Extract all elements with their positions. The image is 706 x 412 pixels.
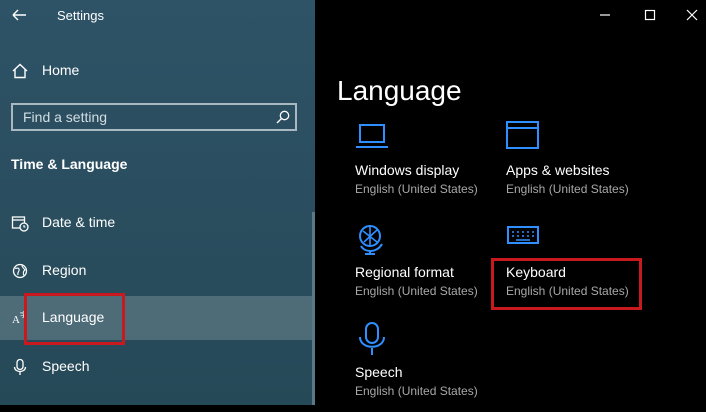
search-input[interactable] xyxy=(13,105,273,129)
minimize-icon xyxy=(600,14,610,16)
sidebar-item-label: Date & time xyxy=(42,214,116,230)
sidebar-item-date-time[interactable]: Date & time xyxy=(0,201,312,245)
highlight-box xyxy=(491,258,642,310)
search-icon[interactable] xyxy=(275,109,291,125)
close-button[interactable] xyxy=(683,6,701,24)
maximize-icon xyxy=(644,9,656,21)
sidebar-item-region[interactable]: Region xyxy=(0,249,312,293)
tile-title: Speech xyxy=(355,364,403,380)
tile-apps-websites[interactable]: Apps & websites English (United States) xyxy=(506,120,656,210)
back-button[interactable] xyxy=(6,4,32,26)
microphone-icon xyxy=(355,322,389,356)
sidebar-item-speech[interactable]: Speech xyxy=(0,345,312,389)
maximize-button[interactable] xyxy=(641,6,659,24)
window-controls xyxy=(556,0,706,30)
tile-regional-format[interactable]: Regional format English (United States) xyxy=(355,222,505,312)
window-icon xyxy=(506,120,540,154)
minimize-button[interactable] xyxy=(596,6,614,24)
main-panel: Language Windows display English (United… xyxy=(315,0,706,405)
title-bar: Settings xyxy=(0,0,315,30)
tile-subtitle: English (United States) xyxy=(355,284,478,298)
highlight-box xyxy=(24,293,125,345)
sidebar-item-label: Region xyxy=(42,262,87,278)
laptop-icon xyxy=(355,120,389,154)
sidebar-item-label: Home xyxy=(42,62,80,78)
sidebar-item-label: Speech xyxy=(42,358,90,374)
tile-speech[interactable]: Speech English (United States) xyxy=(355,322,505,412)
keyboard-icon xyxy=(506,222,540,256)
section-heading: Time & Language xyxy=(11,156,128,172)
sidebar: Settings Home Time & Language Date & tim… xyxy=(0,0,315,405)
microphone-icon xyxy=(11,358,29,376)
globe-icon xyxy=(11,262,29,280)
regional-format-icon xyxy=(355,222,389,256)
home-icon xyxy=(11,62,29,80)
svg-text:A: A xyxy=(12,314,20,326)
sidebar-item-home[interactable]: Home xyxy=(0,49,312,93)
tile-windows-display[interactable]: Windows display English (United States) xyxy=(355,120,505,210)
app-title: Settings xyxy=(57,8,104,23)
search-box xyxy=(11,103,297,131)
date-time-icon xyxy=(11,214,29,232)
tile-title: Apps & websites xyxy=(506,162,610,178)
tile-title: Windows display xyxy=(355,162,460,178)
tile-subtitle: English (United States) xyxy=(506,182,629,196)
close-icon xyxy=(686,9,698,21)
tile-subtitle: English (United States) xyxy=(355,384,478,398)
tile-subtitle: English (United States) xyxy=(355,182,478,196)
page-title: Language xyxy=(337,74,462,106)
back-arrow-icon xyxy=(12,9,26,21)
tile-title: Regional format xyxy=(355,264,454,280)
